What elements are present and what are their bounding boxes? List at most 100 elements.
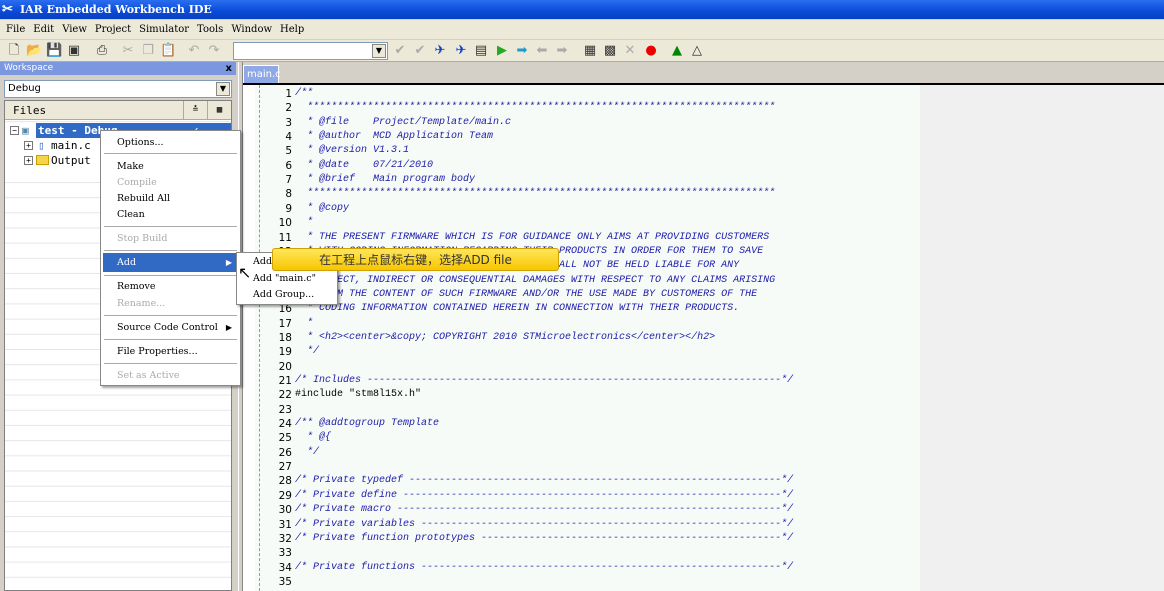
debug-icon[interactable]: ▲: [669, 43, 685, 59]
menu-simulator[interactable]: Simulator: [135, 20, 193, 39]
line-number: 28: [278, 475, 292, 488]
save-icon[interactable]: 💾: [46, 43, 62, 59]
find-combo[interactable]: ▼: [233, 42, 388, 60]
line-number: 26: [278, 446, 292, 459]
menu-separator: [104, 226, 237, 227]
code-line: */: [295, 346, 320, 358]
annotation-tooltip: 在工程上点鼠标右键，选择ADD file: [272, 248, 559, 271]
menu-item-add[interactable]: Add ▶: [103, 253, 238, 272]
code-line: */: [295, 446, 320, 458]
code-line: * @date 07/21/2010: [295, 159, 434, 171]
expand-icon[interactable]: +: [24, 156, 33, 165]
chevron-down-icon[interactable]: ▼: [216, 82, 230, 96]
menu-item-remove[interactable]: Remove: [103, 278, 238, 295]
compile-icon[interactable]: ▦: [582, 43, 598, 59]
undo-icon[interactable]: ↶: [186, 43, 202, 59]
redo-icon[interactable]: ↷: [206, 43, 222, 59]
code-line: ****************************************…: [295, 102, 776, 114]
menu-item-stop-build[interactable]: Stop Build: [103, 230, 238, 247]
menu-edit[interactable]: Edit: [29, 20, 58, 39]
menu-project[interactable]: Project: [91, 20, 135, 39]
expand-icon[interactable]: +: [24, 141, 33, 150]
make-icon[interactable]: ▩: [602, 43, 618, 59]
menu-item-options[interactable]: Options...: [103, 134, 238, 151]
code-line: * <h2><center>&copy; COPYRIGHT 2010 STMi…: [295, 331, 716, 343]
menu-item-compile[interactable]: Compile: [103, 174, 238, 191]
save-all-icon[interactable]: ▣: [66, 43, 82, 59]
menu-item-set-as-active[interactable]: Set as Active: [103, 367, 238, 384]
code-line: * FROM THE CONTENT OF SUCH FIRMWARE AND/…: [295, 288, 758, 300]
chevron-down-icon[interactable]: ▼: [372, 44, 386, 58]
close-icon[interactable]: x: [226, 62, 232, 75]
mouse-cursor-icon: ↖: [238, 263, 252, 282]
submenu-item-add-main-c[interactable]: Add "main.c": [253, 271, 316, 287]
line-number: 7: [285, 174, 292, 187]
code-line: /* Private functions -------------------…: [295, 561, 794, 573]
code-editor[interactable]: 1/** 2 **********************************…: [243, 83, 1164, 591]
menu-help[interactable]: Help: [276, 20, 308, 39]
code-line: /**: [295, 88, 314, 99]
paste-icon[interactable]: 📋: [160, 43, 176, 59]
submenu-item-add-group[interactable]: Add Group...: [253, 287, 314, 303]
menu-bar: File Edit View Project Simulator Tools W…: [0, 20, 1164, 39]
project-icon: ▣: [22, 124, 29, 137]
code-line: * @version V1.3.1: [295, 145, 410, 157]
menu-file[interactable]: File: [2, 20, 29, 39]
menu-item-source-code-control[interactable]: Source Code Control ▶: [103, 319, 238, 336]
forward-icon[interactable]: ➡: [554, 43, 570, 59]
workspace-header: Workspace x: [0, 62, 236, 75]
breakpoint-gutter[interactable]: [243, 85, 255, 591]
line-number: 21: [278, 375, 292, 387]
breakpoint-icon[interactable]: ●: [643, 43, 659, 59]
prev-icon[interactable]: ⬅: [534, 43, 550, 59]
tab-main-c[interactable]: main.c: [243, 65, 281, 83]
line-number: 32: [278, 532, 292, 545]
line-number: 9: [285, 202, 292, 215]
print-icon[interactable]: ⎙: [94, 43, 110, 59]
line-number: 20: [278, 360, 292, 373]
configuration-select[interactable]: Debug ▼: [4, 80, 232, 98]
replace-icon[interactable]: ✈: [453, 43, 469, 59]
open-icon[interactable]: 📂: [26, 43, 42, 59]
line-number: 10: [278, 217, 292, 230]
goto-bookmark-icon[interactable]: ✔: [412, 43, 428, 59]
code-line: /* Includes ----------------------------…: [295, 375, 794, 386]
toolbar: 🗋 📂 💾 ▣ ⎙ ✂ ❐ 📋 ↶ ↷ ▼ ✔ ✔ ✈ ✈ ▤ ▶ ➡ ⬅ ➡ …: [0, 40, 1164, 62]
menu-tools[interactable]: Tools: [193, 20, 227, 39]
line-number: 8: [285, 188, 292, 201]
line-number: 5: [285, 145, 292, 158]
find-icon[interactable]: ✈: [432, 43, 448, 59]
menu-item-make[interactable]: Make: [103, 158, 238, 175]
stop-build-icon[interactable]: ✕: [622, 43, 638, 59]
debug-without-download-icon[interactable]: △: [689, 43, 705, 59]
next-bookmark-icon[interactable]: ➡: [514, 43, 530, 59]
menu-separator: [104, 153, 237, 154]
menu-view[interactable]: View: [58, 20, 91, 39]
line-number: 31: [278, 518, 292, 531]
sort-icon[interactable]: ≛: [183, 101, 207, 120]
context-menu: Options... Make Compile Rebuild All Clea…: [100, 130, 241, 386]
line-number: 6: [285, 159, 292, 172]
new-file-icon[interactable]: 🗋: [6, 43, 22, 59]
c-file-icon: ▯: [38, 139, 45, 152]
menu-item-clean[interactable]: Clean: [103, 206, 238, 223]
line-number: 2: [285, 102, 292, 115]
copy-icon[interactable]: ❐: [140, 43, 156, 59]
menu-item-file-properties[interactable]: File Properties...: [103, 343, 238, 360]
line-number: 19: [278, 346, 292, 359]
next-icon[interactable]: ▶: [494, 43, 510, 59]
menu-window[interactable]: Window: [227, 20, 276, 39]
code-line: * @author MCD Application Team: [295, 131, 494, 143]
goto-icon[interactable]: ▤: [473, 43, 489, 59]
code-line: /** @addtogroup Template: [295, 418, 440, 430]
options-icon[interactable]: ▦: [207, 101, 231, 120]
toggle-bookmark-icon[interactable]: ✔: [392, 43, 408, 59]
files-column-header: Files ≛ ▦: [5, 101, 231, 120]
menu-item-rename[interactable]: Rename...: [103, 295, 238, 312]
collapse-icon[interactable]: −: [10, 126, 19, 135]
cut-icon[interactable]: ✂: [120, 43, 136, 59]
line-number: 29: [278, 489, 292, 502]
line-number: 27: [278, 461, 292, 474]
window-title: IAR Embedded Workbench IDE: [20, 3, 212, 16]
menu-item-rebuild-all[interactable]: Rebuild All: [103, 190, 238, 207]
